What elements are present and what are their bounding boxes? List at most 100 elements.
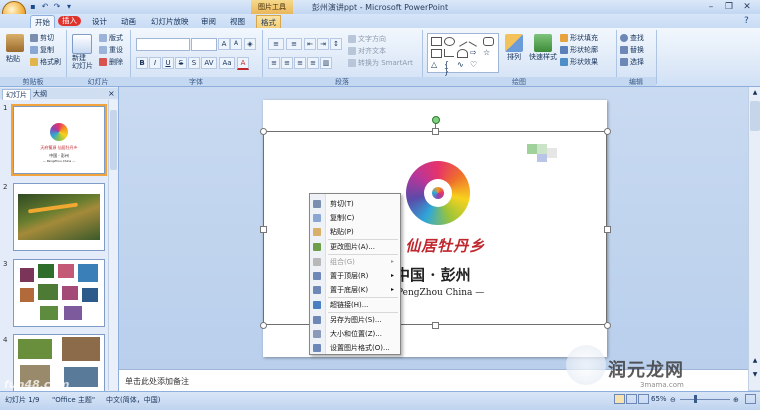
resize-handle-t[interactable] xyxy=(432,128,439,135)
copy-button[interactable]: 复制 xyxy=(30,45,54,55)
align-text-button[interactable]: 对齐文本 xyxy=(348,46,386,56)
zoom-slider-track[interactable] xyxy=(680,399,730,400)
menu-item-save-picture[interactable]: 另存为图片(S)... xyxy=(310,313,400,327)
underline-button[interactable]: U xyxy=(162,57,174,69)
menu-item-paste[interactable]: 粘贴(P) xyxy=(310,225,400,239)
char-spacing-button[interactable]: AV xyxy=(201,57,217,69)
grow-font-button[interactable]: A xyxy=(218,38,230,50)
resize-handle-tl[interactable] xyxy=(260,128,267,135)
clear-format-button[interactable]: ◈ xyxy=(244,38,256,50)
shapes-gallery[interactable]: ⇨ ☆ △ { } ∿ ♡ xyxy=(427,33,499,76)
reset-button[interactable]: 重设 xyxy=(99,45,123,55)
fit-window-icon[interactable] xyxy=(745,394,756,404)
textbox-shape-icon[interactable] xyxy=(431,49,442,58)
scroll-next-slide-icon[interactable]: ▼ xyxy=(750,371,760,379)
slide-thumbnail-1[interactable]: 天府蜀源 仙居牡丹乡 中国 · 彭州 — PengZhou China — xyxy=(11,104,107,176)
slide-thumbnail-2[interactable] xyxy=(13,183,105,251)
canvas-scrollbar[interactable]: ▲ ▲ ▼ xyxy=(748,87,760,390)
line-spacing-button[interactable]: ↕ xyxy=(330,38,342,50)
tab-outline[interactable]: 大纲 xyxy=(30,89,50,99)
close-panel-icon[interactable]: × xyxy=(108,89,115,98)
maximize-icon[interactable]: ❐ xyxy=(720,1,738,13)
resize-handle-tr[interactable] xyxy=(604,128,611,135)
tab-slides[interactable]: 幻灯片 xyxy=(2,89,31,100)
rectangle-shape-icon[interactable] xyxy=(431,37,442,46)
bold-button[interactable]: B xyxy=(136,57,148,69)
layout-button[interactable]: 版式 xyxy=(99,33,123,43)
tab-animation[interactable]: 动画 xyxy=(117,15,140,28)
columns-button[interactable]: ▥ xyxy=(320,57,332,69)
tab-design[interactable]: 设计 xyxy=(88,15,111,28)
curve-shape-icon[interactable]: ∿ xyxy=(457,61,466,69)
delete-button[interactable]: 删除 xyxy=(99,57,123,67)
new-slide-button[interactable]: 新建 幻灯片 xyxy=(72,34,96,70)
align-right-button[interactable]: ≡ xyxy=(294,57,306,69)
tab-insert[interactable]: 插入 xyxy=(58,16,81,26)
decrease-indent-button[interactable]: ⇤ xyxy=(304,38,316,50)
replace-button[interactable]: 替换 xyxy=(620,45,644,55)
line2-shape-icon[interactable] xyxy=(468,35,481,47)
rounded-rect-shape-icon[interactable] xyxy=(483,37,494,46)
canvas-scroll-thumb[interactable] xyxy=(750,101,760,131)
smartart-button[interactable]: 转换为 SmartArt xyxy=(348,58,413,68)
menu-item-hyperlink[interactable]: 超链接(H)... xyxy=(310,298,400,312)
cut-button[interactable]: 剪切 xyxy=(30,33,54,43)
strikethrough-button[interactable]: S xyxy=(175,57,187,69)
resize-handle-bl[interactable] xyxy=(260,322,267,329)
zoom-out-icon[interactable]: ⊖ xyxy=(670,396,676,404)
tab-format[interactable]: 格式 xyxy=(256,15,281,29)
quick-styles-button[interactable]: 快速样式 xyxy=(528,34,558,62)
select-button[interactable]: 选择 xyxy=(620,57,644,67)
slide-subtitle[interactable]: PengZhou China — xyxy=(397,288,597,298)
panel-scroll-thumb[interactable] xyxy=(110,110,117,170)
close-icon[interactable]: ✕ xyxy=(738,1,756,13)
shape-fill-button[interactable]: 形状填充 xyxy=(560,33,598,43)
increase-indent-button[interactable]: ⇥ xyxy=(317,38,329,50)
oval-shape-icon[interactable] xyxy=(444,37,455,46)
line-shape-icon[interactable] xyxy=(455,35,468,47)
elbow-shape-icon[interactable] xyxy=(444,49,454,57)
slideshow-icon[interactable] xyxy=(638,394,649,404)
tab-slideshow[interactable]: 幻灯片放映 xyxy=(147,15,193,28)
star-shape-icon[interactable]: ☆ xyxy=(483,49,492,57)
shadow-button[interactable]: S xyxy=(188,57,200,69)
align-left-button[interactable]: ≡ xyxy=(268,57,280,69)
arc-shape-icon[interactable] xyxy=(457,49,468,58)
heart-shape-icon[interactable]: ♡ xyxy=(470,61,479,69)
zoom-in-icon[interactable]: ⊕ xyxy=(733,396,739,404)
menu-item-scissors[interactable]: 剪切(T) xyxy=(310,197,400,211)
rotation-handle[interactable] xyxy=(432,116,440,124)
find-button[interactable]: 查找 xyxy=(620,33,644,43)
scroll-up-icon[interactable]: ▲ xyxy=(750,89,760,97)
help-icon[interactable]: ? xyxy=(744,16,749,26)
change-case-button[interactable]: Aa xyxy=(219,57,235,69)
resize-handle-l[interactable] xyxy=(260,226,267,233)
menu-item-send-back[interactable]: 置于底层(K) ▸ xyxy=(310,283,400,297)
tab-view[interactable]: 视图 xyxy=(226,15,249,28)
resize-handle-b[interactable] xyxy=(432,322,439,329)
numbering-button[interactable]: ≡ xyxy=(286,38,302,50)
shape-effects-button[interactable]: 形状效果 xyxy=(560,57,598,67)
resize-handle-br[interactable] xyxy=(604,322,611,329)
paste-button[interactable]: 粘贴 xyxy=(6,34,24,64)
justify-button[interactable]: ≡ xyxy=(307,57,319,69)
italic-button[interactable]: I xyxy=(149,57,161,69)
shrink-font-button[interactable]: A xyxy=(230,38,242,50)
bullets-button[interactable]: ≡ xyxy=(268,38,284,50)
triangle-shape-icon[interactable]: △ xyxy=(431,61,440,69)
menu-item-change-picture[interactable]: 更改图片(A)... xyxy=(310,240,400,254)
font-color-button[interactable]: A xyxy=(237,57,249,70)
tab-review[interactable]: 审阅 xyxy=(197,15,220,28)
slide-thumbnail-3[interactable] xyxy=(13,259,105,327)
menu-item-format-picture[interactable]: 设置图片格式(O)... xyxy=(310,341,400,355)
shape-outline-button[interactable]: 形状轮廓 xyxy=(560,45,598,55)
menu-item-bring-front[interactable]: 置于顶层(R) ▸ xyxy=(310,269,400,283)
slide-sorter-icon[interactable] xyxy=(626,394,637,404)
brace-shape-icon[interactable]: { } xyxy=(444,61,453,76)
text-direction-button[interactable]: 文字方向 xyxy=(348,34,386,44)
slide-slogan[interactable]: 蜀源 仙居牡丹乡 xyxy=(367,235,607,256)
normal-view-icon[interactable] xyxy=(614,394,625,404)
align-center-button[interactable]: ≡ xyxy=(281,57,293,69)
panel-scrollbar[interactable] xyxy=(108,100,118,390)
format-painter-button[interactable]: 格式刷 xyxy=(30,57,61,67)
